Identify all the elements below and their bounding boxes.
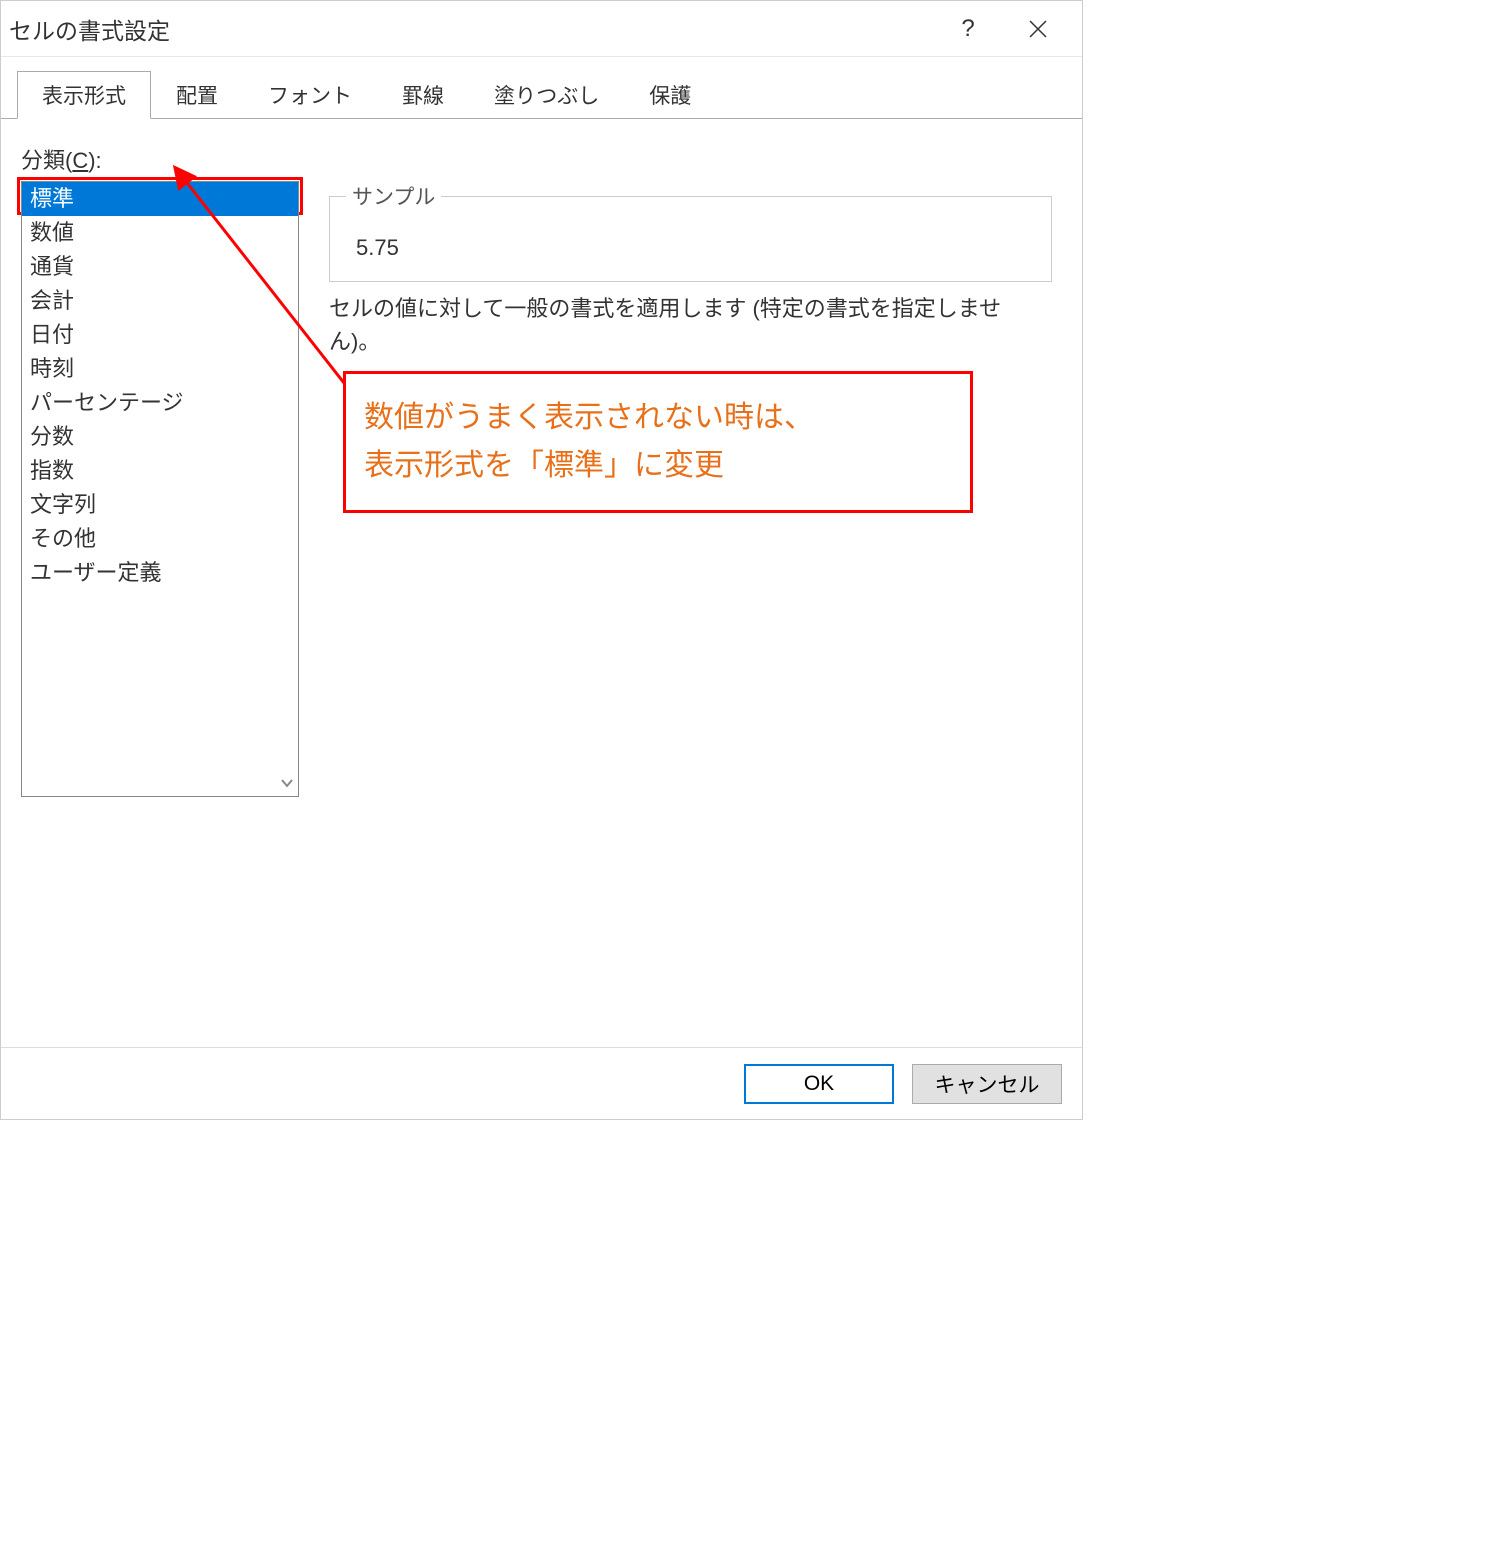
tab-number-format[interactable]: 表示形式 — [17, 71, 151, 119]
dialog-footer: OK キャンセル — [1, 1047, 1082, 1119]
list-item-special[interactable]: その他 — [22, 522, 298, 556]
close-icon — [1029, 20, 1047, 38]
category-label-prefix: 分類( — [21, 148, 72, 173]
list-item-time[interactable]: 時刻 — [22, 352, 298, 386]
cancel-button[interactable]: キャンセル — [912, 1064, 1062, 1104]
dialog-title: セルの書式設定 — [9, 12, 948, 46]
list-item-text[interactable]: 文字列 — [22, 488, 298, 522]
category-label-suffix: ): — [88, 148, 101, 173]
list-item-percentage[interactable]: パーセンテージ — [22, 386, 298, 420]
list-item-custom[interactable]: ユーザー定義 — [22, 556, 298, 590]
chevron-down-icon[interactable] — [278, 774, 296, 792]
titlebar-buttons: ? — [948, 9, 1074, 49]
tab-protection[interactable]: 保護 — [624, 71, 716, 118]
annotation-line-2: 表示形式を「標準」に変更 — [364, 442, 952, 490]
format-description: セルの値に対して一般の書式を適用します (特定の書式を指定しません)。 — [329, 292, 1052, 358]
list-item-number[interactable]: 数値 — [22, 216, 298, 250]
list-item-currency[interactable]: 通貨 — [22, 250, 298, 284]
sample-label: サンプル — [346, 181, 441, 211]
list-item-fraction[interactable]: 分数 — [22, 420, 298, 454]
sample-box: サンプル 5.75 — [329, 181, 1052, 282]
list-item-accounting[interactable]: 会計 — [22, 284, 298, 318]
tab-font[interactable]: フォント — [243, 71, 377, 118]
help-button[interactable]: ? — [948, 9, 988, 49]
annotation-callout: 数値がうまく表示されない時は、 表示形式を「標準」に変更 — [343, 371, 973, 513]
tabs-row: 表示形式 配置 フォント 罫線 塗りつぶし 保護 — [1, 73, 1082, 119]
tab-border[interactable]: 罫線 — [377, 71, 469, 118]
category-label-key: C — [72, 148, 88, 173]
sample-value: 5.75 — [346, 223, 1035, 265]
list-item-scientific[interactable]: 指数 — [22, 454, 298, 488]
category-label: 分類(C): — [21, 143, 1062, 175]
format-cells-dialog: セルの書式設定 ? 表示形式 配置 フォント 罫線 塗りつぶし 保護 分類(C)… — [0, 0, 1083, 1120]
content-area: 分類(C): 標準 数値 通貨 会計 日付 時刻 パーセンテージ 分数 指数 文… — [1, 119, 1082, 1047]
tab-alignment[interactable]: 配置 — [151, 71, 243, 118]
annotation-line-1: 数値がうまく表示されない時は、 — [364, 394, 952, 442]
category-listbox[interactable]: 標準 数値 通貨 会計 日付 時刻 パーセンテージ 分数 指数 文字列 その他 … — [21, 181, 299, 797]
category-listbox-wrap: 標準 数値 通貨 会計 日付 時刻 パーセンテージ 分数 指数 文字列 その他 … — [21, 181, 299, 797]
ok-button[interactable]: OK — [744, 1064, 894, 1104]
close-button[interactable] — [1018, 9, 1058, 49]
tab-fill[interactable]: 塗りつぶし — [469, 71, 624, 118]
list-item-date[interactable]: 日付 — [22, 318, 298, 352]
list-item-standard[interactable]: 標準 — [22, 182, 298, 216]
titlebar: セルの書式設定 ? — [1, 1, 1082, 57]
